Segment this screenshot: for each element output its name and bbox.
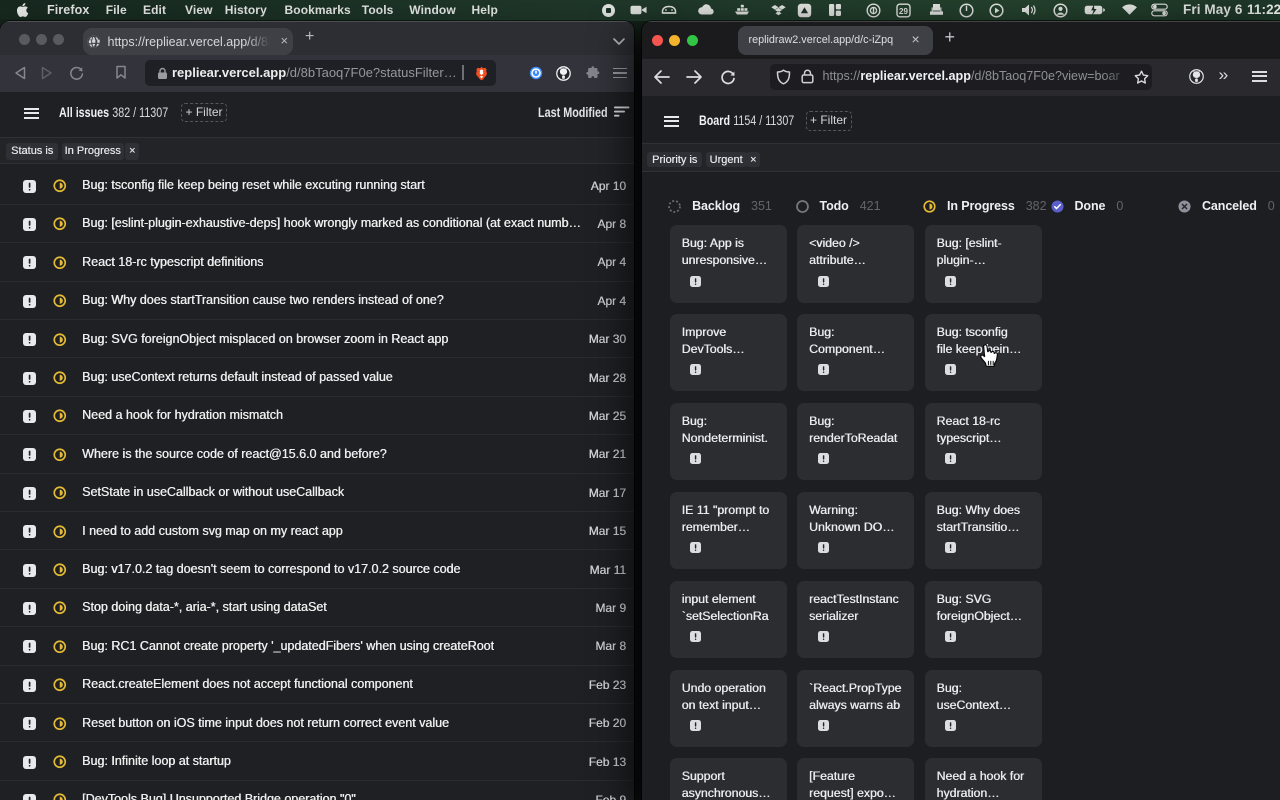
svg-text:29: 29 <box>899 6 908 15</box>
